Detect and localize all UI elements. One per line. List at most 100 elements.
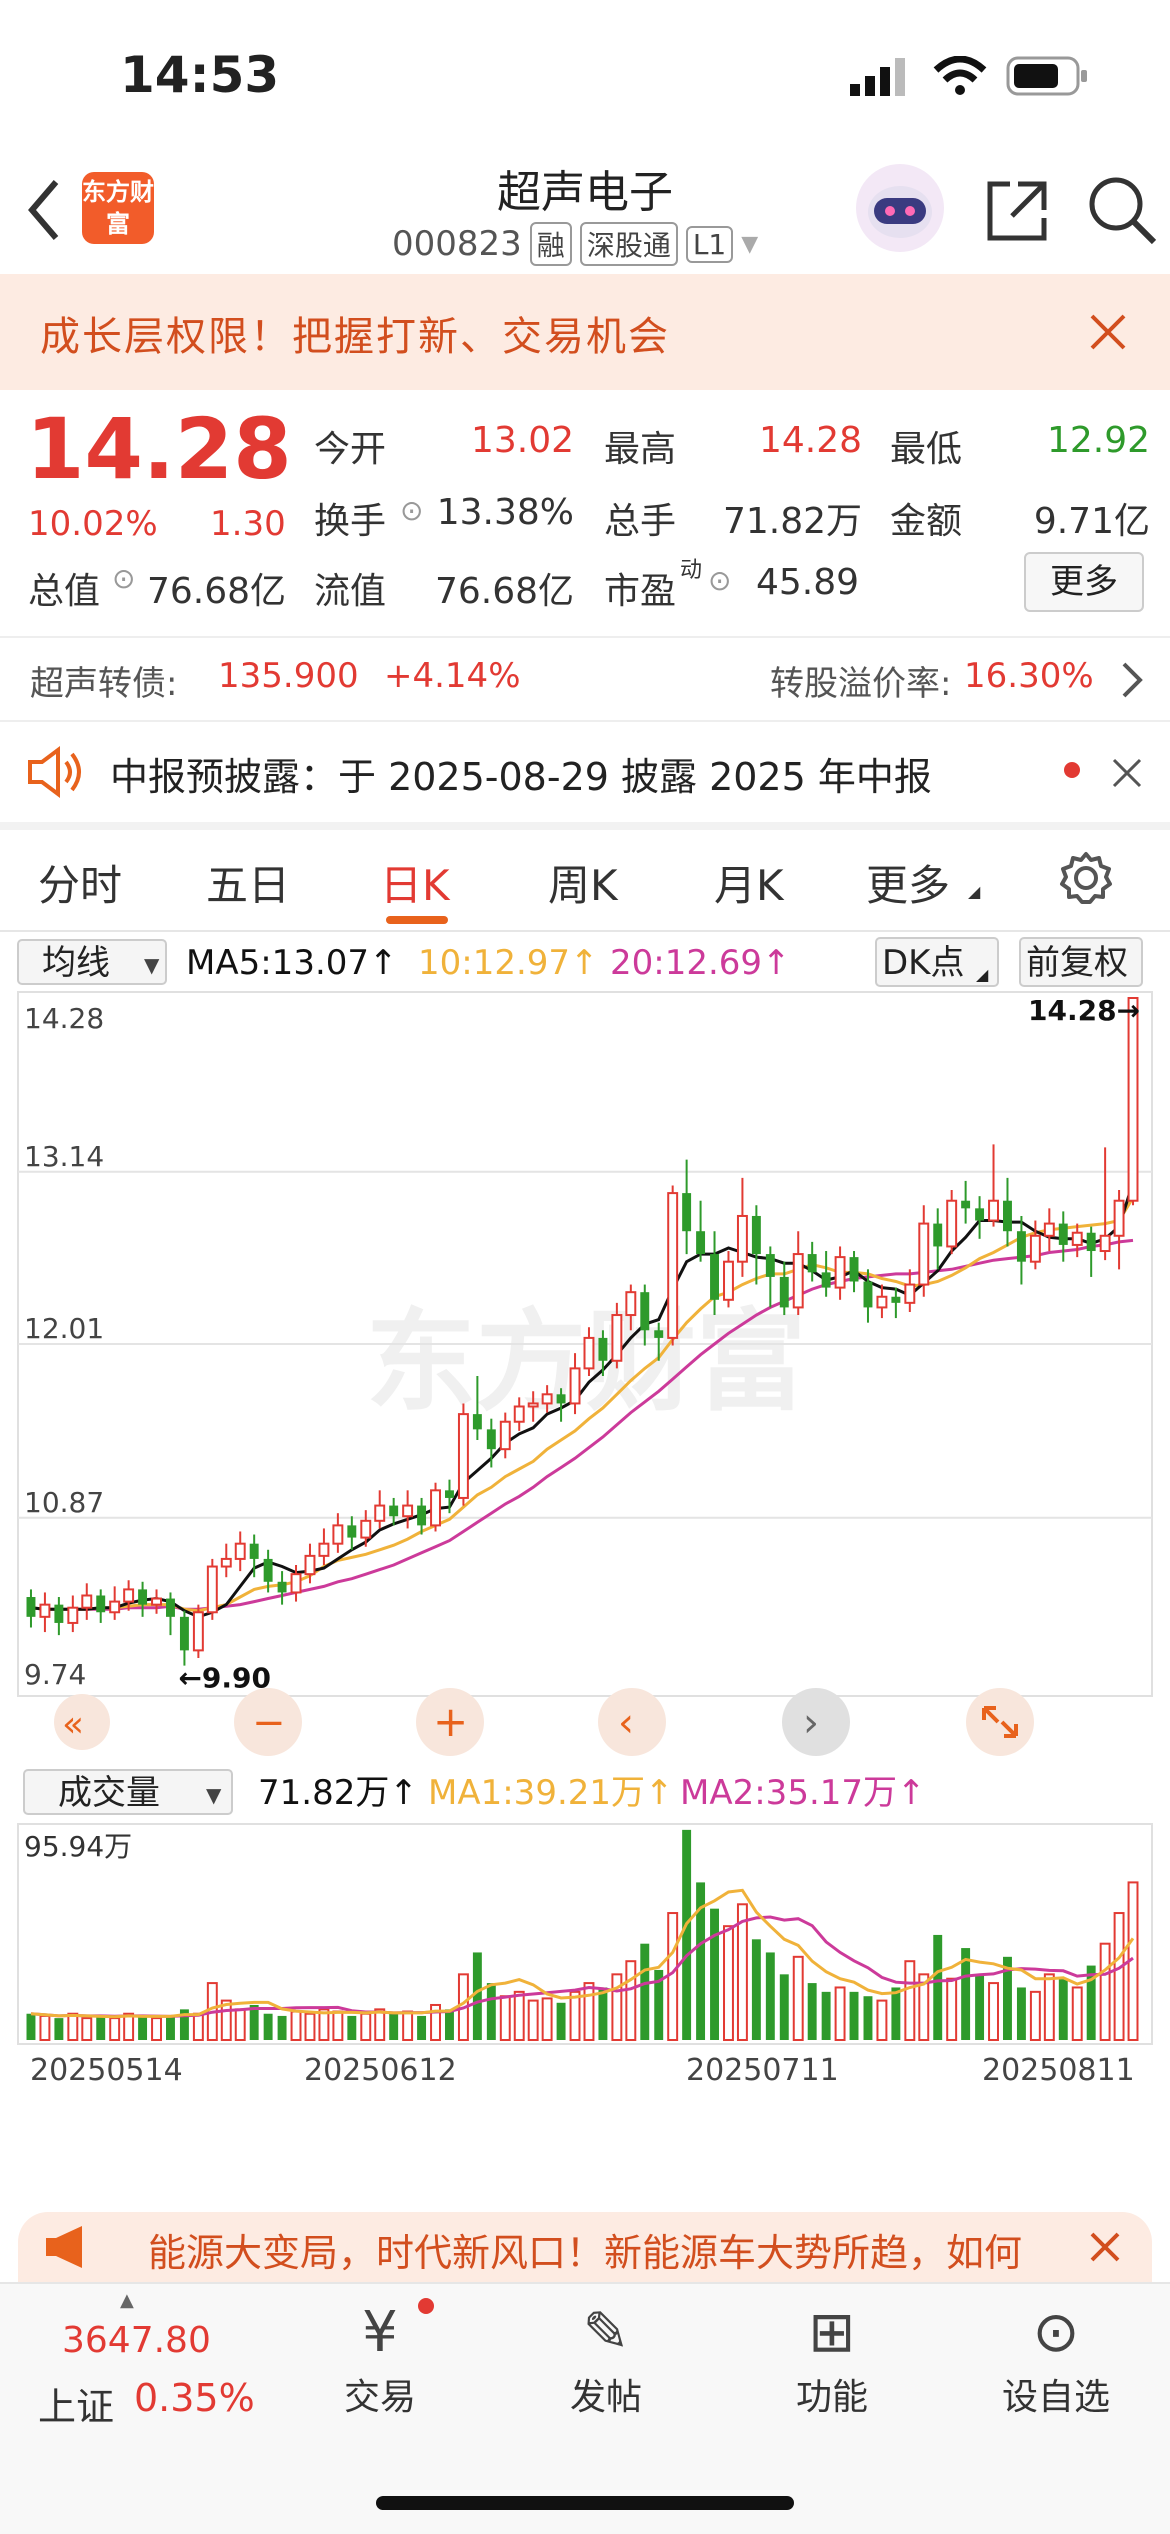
volume-bar-down [1016, 1987, 1026, 2040]
tab-weekly-k[interactable]: 周K [548, 852, 618, 913]
volume-bar-down [389, 2013, 399, 2040]
y-tick-label: 14.28 [24, 1002, 104, 1035]
close-icon[interactable] [1090, 2232, 1120, 2262]
gear-icon[interactable] [1058, 850, 1114, 906]
volume-bar-down [347, 2015, 357, 2040]
info-icon[interactable]: ⊙ [112, 562, 135, 595]
volume-bar-up [1071, 1986, 1083, 2041]
ad-strip[interactable]: 能源大变局，时代新风口！新能源车大势所趋，如何 [18, 2212, 1152, 2282]
tab-daily-k[interactable]: 日K [380, 852, 450, 913]
ma5-label: MA5:13.07↑ [186, 943, 398, 983]
info-icon[interactable]: ⊙ [400, 494, 423, 527]
candle-down [445, 1490, 454, 1498]
candle-down [166, 1598, 175, 1617]
caret-down-icon: ▼ [206, 1783, 222, 1807]
share-icon[interactable] [982, 176, 1052, 246]
candle-up [290, 1573, 302, 1594]
volume-bar-up [792, 1955, 804, 2041]
volume-bar-up [192, 2012, 204, 2042]
caret-down-icon[interactable]: ▼ [741, 232, 758, 257]
volume-bar-up [39, 2014, 51, 2042]
candle-down [821, 1272, 831, 1288]
y-tick-label: 12.01 [24, 1312, 104, 1345]
value-pe: 45.89 [756, 562, 860, 603]
bond-change: +4.14% [384, 656, 521, 696]
volume-bar-up [67, 2012, 79, 2042]
candle-down [751, 1215, 761, 1255]
plus-icon: + [433, 1697, 468, 1746]
more-button[interactable]: 更多 [1024, 552, 1144, 612]
info-icon[interactable]: ⊙ [708, 564, 731, 597]
close-icon[interactable] [1112, 758, 1142, 788]
candle-up [625, 1291, 637, 1317]
x-date-label: 20250612 [304, 2053, 457, 2088]
candle-up [206, 1565, 218, 1614]
tab-five-day[interactable]: 五日 [206, 852, 290, 913]
bottom-toolbar: ▲ 3647.80 上证 0.35% ¥ 交易 ✎ 发帖 ⊞ 功能 ⊙ 设自选 [0, 2282, 1170, 2534]
volume-bar-down [556, 2002, 566, 2040]
kline-chart[interactable]: 均线 ▼ MA5:13.07↑ 10:12.97↑ 20:12.69↑ DK点 … [0, 930, 1170, 2200]
chevron-right-icon[interactable] [1120, 660, 1144, 700]
tag-margin: 融 [529, 222, 572, 266]
index-name[interactable]: 上证 [38, 2376, 114, 2431]
volume-bar-down [849, 1991, 859, 2040]
promo-banner[interactable]: 成长层权限！把握打新、交易机会 [0, 274, 1170, 390]
candle-up [569, 1367, 581, 1405]
volume-bar-up [234, 2008, 246, 2041]
index-change[interactable]: 0.35% [134, 2376, 255, 2420]
volume-bar-up [151, 2017, 162, 2042]
volume-bar-down [472, 1952, 482, 2040]
candle-down [696, 1231, 706, 1255]
tab-monthly-k[interactable]: 月K [714, 852, 784, 913]
volume-bar-up [290, 2010, 302, 2041]
volume-bar-down [765, 1952, 775, 2040]
function-button[interactable]: ⊞ 功能 [752, 2298, 912, 2420]
candle-down [54, 1604, 64, 1623]
y-tick-label: 10.87 [24, 1486, 104, 1519]
fullscreen-button[interactable] [966, 1688, 1034, 1756]
notice-text[interactable]: 中报预披露：于 2025-08-29 披露 2025 年中报 [110, 746, 932, 801]
trade-button[interactable]: ¥ 交易 [300, 2298, 460, 2420]
candle-up [1099, 1234, 1111, 1253]
volume-bar-up [611, 1973, 623, 2042]
add-watchlist-button[interactable]: ⊙ 设自选 [976, 2298, 1136, 2420]
candle-down [277, 1581, 287, 1593]
tab-more[interactable]: 更多 [866, 852, 950, 913]
caret-icon: ◢ [976, 965, 989, 984]
ma-select-label: 均线 [42, 943, 110, 983]
volume-bar-down [975, 1974, 985, 2040]
candle-up [67, 1606, 79, 1624]
candle-up [374, 1504, 386, 1522]
candle-down [891, 1296, 901, 1303]
candle-up [430, 1489, 441, 1527]
candle-down [849, 1257, 859, 1282]
change-percent: 10.02% [28, 504, 158, 544]
value-volume: 71.82万 [722, 501, 862, 542]
search-icon[interactable] [1086, 174, 1160, 248]
minus-icon: − [252, 1700, 286, 1746]
candle-up [946, 1199, 958, 1248]
robot-avatar-icon[interactable] [852, 160, 948, 256]
candle-up [513, 1405, 525, 1423]
volume-bar-down [166, 2015, 175, 2040]
more-dots-icon: ⊙ [1032, 2300, 1080, 2365]
battery-icon [1006, 56, 1087, 96]
volume-bar-up [904, 1960, 916, 2042]
index-value[interactable]: 3647.80 [62, 2320, 211, 2361]
label-amount: 金额 [890, 501, 963, 542]
volume-bar-down [445, 2009, 454, 2040]
speaker-icon [28, 746, 81, 798]
active-tab-indicator [386, 916, 448, 924]
label-total-value: 总值 [28, 571, 101, 612]
candle-down [640, 1292, 650, 1331]
volume-bar-down [751, 1939, 761, 2040]
post-button[interactable]: ✎ 发帖 [526, 2298, 686, 2420]
close-icon[interactable] [1090, 314, 1126, 350]
candle-down [807, 1254, 817, 1273]
volume-bar-down [821, 1991, 831, 2040]
candle-up [1127, 997, 1139, 1202]
candle-up [304, 1554, 316, 1576]
candle-up [583, 1336, 595, 1370]
candle-up [1043, 1222, 1055, 1237]
tab-intraday[interactable]: 分时 [38, 852, 122, 913]
